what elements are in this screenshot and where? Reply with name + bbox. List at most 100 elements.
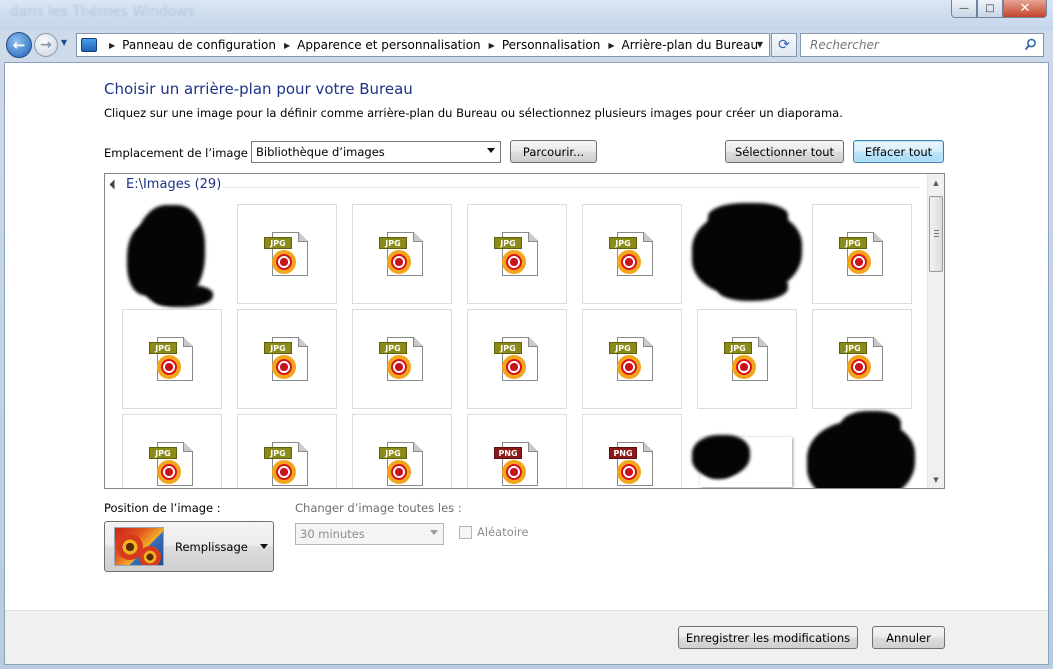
save-changes-button[interactable]: Enregistrer les modifications <box>678 626 858 649</box>
image-thumbnail[interactable]: JPG <box>237 204 337 304</box>
cancel-button[interactable]: Annuler <box>872 626 945 649</box>
forward-button[interactable]: → <box>34 33 58 57</box>
background-window-text: dans les Thèmes Windows <box>10 4 195 20</box>
jpg-file-icon: JPG <box>607 335 657 383</box>
file-extension-label: JPG <box>839 342 867 354</box>
image-viewer-swirl-icon <box>847 355 871 379</box>
close-button[interactable]: ✕ <box>1003 0 1047 18</box>
file-extension-label: JPG <box>379 342 407 354</box>
search-input[interactable] <box>801 34 1011 56</box>
breadcrumb-separator[interactable]: ▶ <box>608 41 614 50</box>
breadcrumb: ▶ Panneau de configuration ▶ Apparence e… <box>101 38 758 52</box>
image-thumbnail[interactable]: JPG <box>582 309 682 409</box>
collapse-triangle-icon[interactable] <box>109 179 120 190</box>
chevron-down-icon <box>430 530 438 535</box>
image-thumbnail[interactable]: JPG <box>122 309 222 409</box>
breadcrumb-separator[interactable]: ▶ <box>109 41 115 50</box>
gallery-scrollbar[interactable]: ▲ ▼ <box>927 174 944 488</box>
interval-select[interactable]: 30 minutes <box>295 523 444 545</box>
file-extension-label: JPG <box>264 342 292 354</box>
image-thumbnail-redacted[interactable] <box>807 411 915 488</box>
image-thumbnail[interactable]: JPG <box>582 204 682 304</box>
image-thumbnail[interactable]: PNG <box>467 414 567 488</box>
image-thumbnail[interactable]: JPG <box>812 309 912 409</box>
image-thumbnail-redacted[interactable] <box>692 414 797 488</box>
location-select-value: Bibliothèque d’images <box>256 145 385 159</box>
select-all-button[interactable]: Sélectionner tout <box>725 140 844 163</box>
back-button[interactable]: ← <box>6 32 32 58</box>
image-viewer-swirl-icon <box>617 460 641 484</box>
recent-pages-button[interactable]: ▼ <box>61 38 71 50</box>
image-viewer-swirl-icon <box>157 355 181 379</box>
file-extension-label: JPG <box>494 237 522 249</box>
image-thumbnail-redacted[interactable] <box>122 204 222 307</box>
grip-icon <box>934 230 939 237</box>
image-viewer-swirl-icon <box>157 460 181 484</box>
image-viewer-swirl-icon <box>847 250 871 274</box>
refresh-button[interactable]: ⟳ <box>771 33 797 57</box>
jpg-file-icon: JPG <box>837 335 887 383</box>
window-controls: — □ ✕ <box>951 0 1047 18</box>
breadcrumb-item-appearance[interactable]: Apparence et personnalisation <box>297 38 481 52</box>
png-file-icon: PNG <box>607 440 657 488</box>
file-extension-label: JPG <box>494 342 522 354</box>
minimize-button[interactable]: — <box>951 0 977 18</box>
image-thumbnail[interactable]: JPG <box>352 414 452 488</box>
address-dropdown-button[interactable]: ▼ <box>757 40 763 49</box>
image-viewer-swirl-icon <box>502 460 526 484</box>
position-select-value: Remplissage <box>175 540 248 554</box>
jpg-file-icon: JPG <box>262 440 312 488</box>
scroll-down-button[interactable]: ▼ <box>928 471 944 488</box>
redaction-mark <box>841 411 901 441</box>
redaction-mark <box>153 285 213 307</box>
shuffle-option[interactable]: Aléatoire <box>459 525 528 539</box>
breadcrumb-separator[interactable]: ▶ <box>489 41 495 50</box>
maximize-button[interactable]: □ <box>977 0 1003 18</box>
image-thumbnail[interactable]: PNG <box>582 414 682 488</box>
dialog-footer: Enregistrer les modifications Annuler <box>5 610 1048 664</box>
file-extension-label: JPG <box>264 447 292 459</box>
page-subtitle: Cliquez sur une image pour la définir co… <box>104 106 843 120</box>
scroll-thumb[interactable] <box>929 196 943 272</box>
file-extension-label: JPG <box>839 237 867 249</box>
shuffle-checkbox[interactable] <box>459 525 472 539</box>
position-select[interactable]: Remplissage <box>104 521 274 572</box>
image-thumbnail[interactable]: JPG <box>467 204 567 304</box>
image-thumbnail-redacted[interactable] <box>692 203 802 304</box>
image-thumbnail[interactable]: JPG <box>352 204 452 304</box>
jpg-file-icon: JPG <box>377 440 427 488</box>
image-viewer-swirl-icon <box>387 250 411 274</box>
image-viewer-swirl-icon <box>617 250 641 274</box>
image-thumbnail[interactable]: JPG <box>237 309 337 409</box>
image-thumbnail[interactable]: JPG <box>352 309 452 409</box>
browse-button[interactable]: Parcourir... <box>510 140 597 163</box>
image-thumbnail[interactable]: JPG <box>237 414 337 488</box>
breadcrumb-item-control-panel[interactable]: Panneau de configuration <box>122 38 276 52</box>
image-thumbnail[interactable]: JPG <box>697 309 797 409</box>
jpg-file-icon: JPG <box>722 335 772 383</box>
interval-select-value: 30 minutes <box>300 527 365 541</box>
image-viewer-swirl-icon <box>387 460 411 484</box>
png-file-icon: PNG <box>492 440 542 488</box>
location-select[interactable]: Bibliothèque d’images <box>251 141 501 163</box>
clear-all-button[interactable]: Effacer tout <box>853 140 944 163</box>
image-viewer-swirl-icon <box>502 250 526 274</box>
scroll-up-button[interactable]: ▲ <box>928 174 944 191</box>
search-icon[interactable] <box>1024 38 1037 51</box>
image-viewer-swirl-icon <box>617 355 641 379</box>
image-thumbnail[interactable]: JPG <box>812 204 912 304</box>
image-viewer-swirl-icon <box>502 355 526 379</box>
group-header[interactable]: E:\Images (29) <box>105 174 925 196</box>
redaction-mark <box>718 275 788 301</box>
chevron-down-icon <box>260 544 268 549</box>
breadcrumb-item-desktop-background[interactable]: Arrière-plan du Bureau <box>622 38 759 52</box>
redaction-mark <box>708 203 788 233</box>
jpg-file-icon: JPG <box>377 230 427 278</box>
breadcrumb-item-personalization[interactable]: Personnalisation <box>502 38 601 52</box>
image-thumbnail[interactable]: JPG <box>467 309 567 409</box>
image-viewer-swirl-icon <box>272 250 296 274</box>
breadcrumb-separator[interactable]: ▶ <box>284 41 290 50</box>
address-bar[interactable]: ▶ Panneau de configuration ▶ Apparence e… <box>76 33 770 57</box>
file-extension-label: JPG <box>609 342 637 354</box>
image-thumbnail[interactable]: JPG <box>122 414 222 488</box>
